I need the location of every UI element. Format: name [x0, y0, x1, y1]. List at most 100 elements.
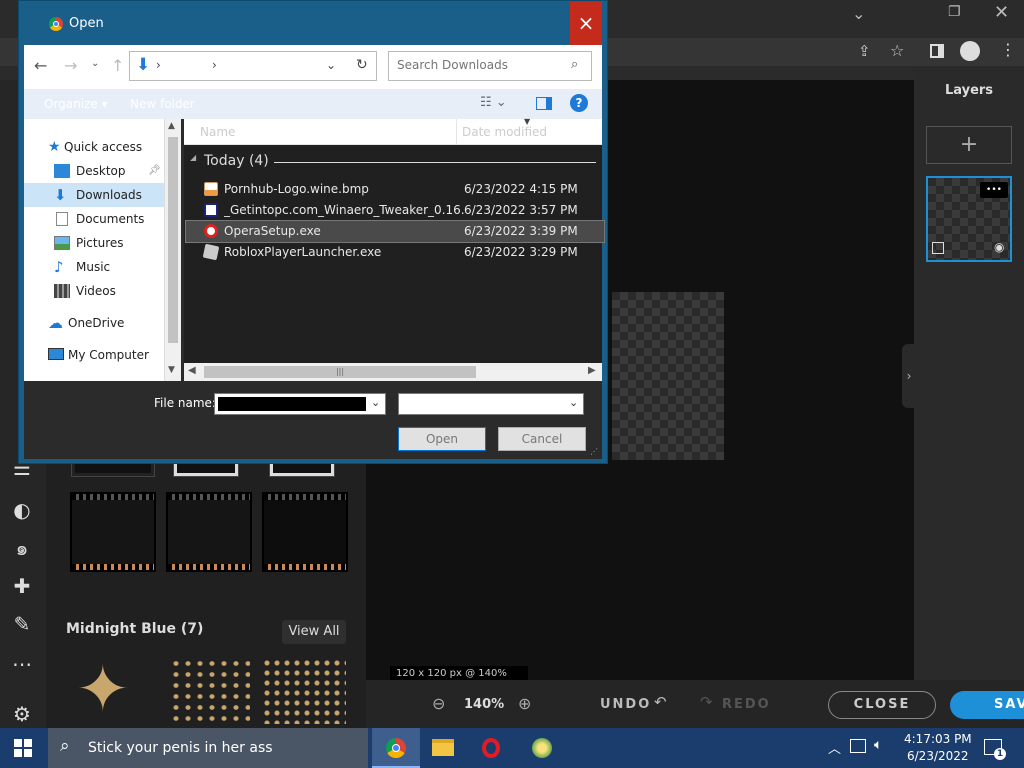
pin-icon[interactable]: 📌︎: [148, 159, 161, 183]
sidebar-icon[interactable]: [930, 44, 944, 58]
settings-icon[interactable]: ⚙: [10, 702, 34, 726]
show-hidden-icons[interactable]: ︿: [828, 738, 841, 757]
close-button[interactable]: CLOSE: [828, 691, 936, 719]
share-icon[interactable]: ⇪: [858, 42, 871, 60]
taskbar-search[interactable]: ⌕ Stick your penis in her ass: [48, 728, 368, 768]
app-taskbar-icon[interactable]: [532, 738, 552, 758]
view-all-button[interactable]: View All: [282, 620, 346, 644]
tree-quick-access[interactable]: ★ Quick access: [24, 135, 164, 159]
sparkle-star-icon[interactable]: ✦: [76, 658, 130, 722]
open-button[interactable]: Open: [398, 427, 486, 451]
group-header[interactable]: ◢ Today (4): [190, 153, 596, 171]
window-close-icon[interactable]: ✕: [994, 2, 1009, 23]
canvas-image[interactable]: [612, 292, 724, 460]
collapse-panel-handle[interactable]: ›: [902, 344, 916, 408]
undo-button[interactable]: UNDO: [600, 697, 651, 712]
filename-dropdown-icon[interactable]: ⌄: [371, 396, 380, 409]
refresh-icon[interactable]: ↻: [356, 57, 368, 73]
column-date[interactable]: Date modified: [462, 125, 547, 139]
opera-icon[interactable]: [482, 738, 500, 758]
forward-icon[interactable]: →: [64, 56, 77, 75]
scroll-left-icon[interactable]: ◀: [188, 365, 196, 376]
add-layer-button[interactable]: +: [926, 126, 1012, 164]
recent-dropdown-icon[interactable]: ⌄: [91, 58, 99, 69]
star-icon[interactable]: ☆: [890, 41, 904, 60]
cancel-button[interactable]: Cancel: [498, 427, 586, 451]
taskbar-search-text[interactable]: Stick your penis in her ass: [88, 740, 273, 756]
dialog-close-button[interactable]: ×: [570, 1, 602, 45]
file-row[interactable]: RobloxPlayerLauncher.exe 6/23/2022 3:29 …: [186, 242, 604, 263]
contrast-icon[interactable]: ◐: [10, 498, 34, 522]
new-folder-button[interactable]: New folder: [130, 97, 195, 111]
undo-icon[interactable]: ↶: [654, 693, 667, 711]
filetype-dropdown-icon[interactable]: ⌄: [569, 396, 578, 409]
file-row[interactable]: Pornhub-Logo.wine.bmp 6/23/2022 4:15 PM: [186, 179, 604, 200]
clock-date[interactable]: 6/23/2022: [907, 749, 969, 763]
preview-pane-icon[interactable]: [536, 97, 552, 110]
address-bar[interactable]: ⬇ › › ⌄ ↻: [129, 51, 377, 81]
tree-pictures[interactable]: Pictures: [24, 231, 164, 255]
restore-icon[interactable]: ❐: [948, 4, 961, 20]
sparkle-dots-icon[interactable]: [170, 658, 250, 724]
back-icon[interactable]: ←: [34, 56, 47, 75]
file-row[interactable]: _Getintopc.com_Winaero_Tweaker_0.16.1...…: [186, 200, 604, 221]
save-button[interactable]: SAV: [950, 691, 1024, 719]
zoom-out-icon[interactable]: ⊖: [432, 694, 445, 713]
scroll-right-icon[interactable]: ▶: [588, 365, 596, 376]
column-divider[interactable]: [456, 119, 457, 145]
spiral-icon[interactable]: ๑: [10, 536, 34, 560]
search-box[interactable]: ⌕: [388, 51, 592, 81]
minimize-icon[interactable]: ⌄: [852, 4, 865, 23]
help-icon[interactable]: ?: [570, 94, 588, 112]
tree-desktop[interactable]: Desktop 📌︎: [24, 159, 164, 183]
tree-music[interactable]: ♪ Music: [24, 255, 164, 279]
address-dropdown-icon[interactable]: ⌄: [326, 58, 336, 72]
eye-icon[interactable]: ◉: [994, 240, 1004, 254]
redo-button[interactable]: REDO: [722, 697, 771, 712]
file-row-selected[interactable]: OperaSetup.exe 6/23/2022 3:39 PM: [185, 220, 605, 243]
file-explorer-icon[interactable]: [432, 739, 454, 756]
tree-videos[interactable]: Videos: [24, 279, 164, 303]
brush-icon[interactable]: ✎: [10, 612, 34, 636]
resize-grip-icon[interactable]: ⋰: [590, 447, 598, 456]
sparkle-dots-icon[interactable]: [262, 658, 346, 724]
chrome-taskbar-icon[interactable]: [372, 728, 420, 768]
address-sep[interactable]: ›: [212, 58, 217, 72]
scroll-down-icon[interactable]: ▼: [168, 365, 175, 375]
organize-button[interactable]: Organize ▾: [44, 97, 108, 111]
filetype-select[interactable]: ⌄: [398, 393, 584, 415]
film-frame-thumb[interactable]: [262, 492, 348, 572]
layer-more-icon[interactable]: •••: [980, 182, 1008, 198]
network-icon[interactable]: [850, 739, 866, 753]
filename-input[interactable]: [218, 397, 366, 411]
zoom-in-icon[interactable]: ⊕: [518, 694, 531, 713]
collapse-icon[interactable]: ◢: [190, 153, 196, 162]
tree-downloads[interactable]: ⬇ Downloads: [24, 183, 164, 207]
dialog-titlebar[interactable]: Open ×: [19, 1, 607, 45]
profile-icon[interactable]: [960, 41, 980, 61]
bandage-icon[interactable]: ✚: [10, 574, 34, 598]
volume-icon[interactable]: 🔈︎: [874, 737, 882, 753]
tree-onedrive[interactable]: ☁ OneDrive: [24, 311, 164, 335]
layer-thumbnail[interactable]: ••• ◉: [926, 176, 1012, 262]
scroll-up-icon[interactable]: ▲: [168, 121, 175, 131]
column-name[interactable]: Name: [200, 125, 235, 139]
redo-icon[interactable]: ↷: [700, 693, 713, 711]
search-input[interactable]: [397, 58, 567, 72]
view-options-icon[interactable]: ☷ ⌄: [480, 95, 507, 110]
tree-scrollbar[interactable]: ▲ ▼: [164, 119, 181, 381]
clock-time[interactable]: 4:17:03 PM: [904, 732, 972, 746]
tree-my-computer[interactable]: My Computer: [24, 343, 164, 367]
menu-icon[interactable]: ⋮: [1000, 40, 1016, 59]
scroll-thumb[interactable]: |||: [204, 366, 476, 378]
film-frame-thumb[interactable]: [166, 492, 252, 572]
windows-start-icon[interactable]: [14, 739, 32, 757]
film-frame-thumb[interactable]: [70, 492, 156, 572]
scroll-thumb[interactable]: [168, 137, 178, 343]
filename-combobox[interactable]: ⌄: [214, 393, 386, 415]
up-icon[interactable]: ↑: [111, 56, 124, 75]
list-horizontal-scrollbar[interactable]: ◀ ||| ▶: [184, 363, 602, 381]
address-sep[interactable]: ›: [156, 58, 161, 72]
tree-documents[interactable]: Documents: [24, 207, 164, 231]
more-tools-icon[interactable]: ⋯: [10, 652, 34, 676]
